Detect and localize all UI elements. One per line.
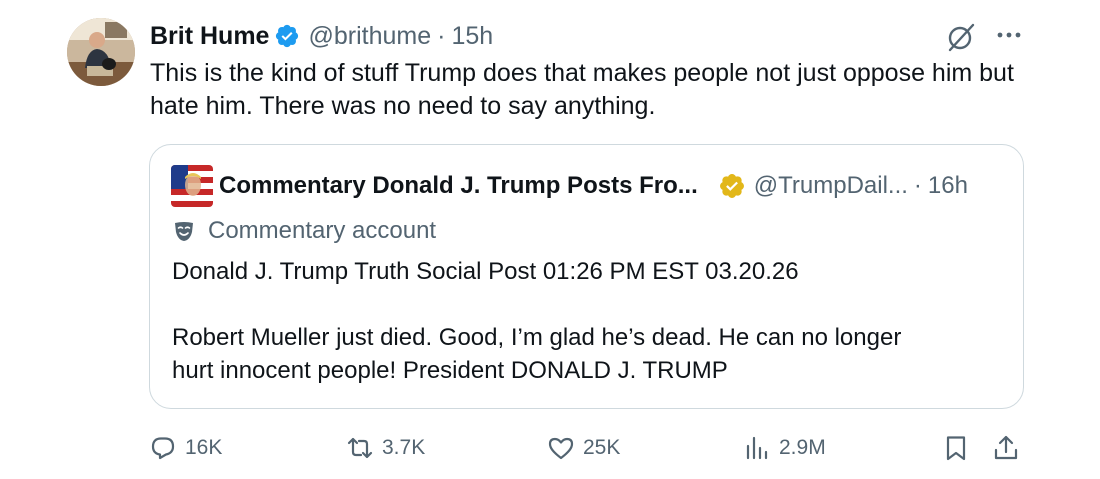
reply-icon bbox=[151, 437, 175, 460]
quoted-avatar-image bbox=[171, 165, 213, 207]
bookmark-button[interactable] bbox=[942, 428, 970, 468]
like-icon bbox=[548, 437, 574, 460]
verified-badge-icon[interactable] bbox=[274, 23, 300, 49]
mask-icon bbox=[172, 219, 196, 243]
share-button[interactable] bbox=[992, 428, 1020, 468]
quoted-avatar[interactable] bbox=[171, 165, 213, 207]
views-count: 2.9M bbox=[779, 436, 826, 459]
tweet-header: Brit Hume @brithume · 15h bbox=[150, 20, 493, 52]
quoted-header: Commentary Donald J. Trump Posts Fro... … bbox=[219, 170, 968, 202]
quoted-text-line: Robert Mueller just died. Good, I’m glad… bbox=[172, 324, 902, 351]
more-icon[interactable] bbox=[992, 18, 1026, 52]
quoted-separator: · bbox=[913, 172, 922, 199]
verified-gold-badge-icon[interactable] bbox=[718, 172, 746, 200]
share-icon bbox=[994, 435, 1018, 460]
tweet-text: This is the kind of stuff Trump does tha… bbox=[150, 59, 1014, 120]
quoted-text-line: hurt innocent people! President DONALD J… bbox=[172, 357, 728, 384]
like-button[interactable]: 25K bbox=[547, 428, 620, 468]
repost-icon bbox=[347, 437, 373, 459]
commentary-label: Commentary account bbox=[172, 215, 436, 247]
author-avatar-image bbox=[67, 18, 135, 86]
author-name[interactable]: Brit Hume bbox=[150, 22, 269, 51]
repost-button[interactable]: 3.7K bbox=[346, 428, 425, 468]
quoted-text: Donald J. Trump Truth Social Post 01:26 … bbox=[172, 255, 1002, 387]
author-handle[interactable]: @brithume bbox=[308, 22, 431, 51]
quoted-text-gap bbox=[172, 288, 1002, 321]
like-count: 25K bbox=[583, 436, 621, 459]
action-bar: 16K 3.7K 25K 2.9M bbox=[0, 428, 1100, 468]
quoted-author-name[interactable]: Commentary Donald J. Trump Posts Fro... bbox=[219, 172, 698, 200]
author-avatar[interactable] bbox=[67, 18, 135, 86]
views-button[interactable]: 2.9M bbox=[743, 428, 826, 468]
header-separator: · bbox=[437, 21, 446, 50]
views-icon bbox=[746, 436, 768, 460]
reply-count: 16K bbox=[185, 436, 223, 459]
repost-count: 3.7K bbox=[382, 436, 426, 459]
quoted-time[interactable]: 16h bbox=[928, 172, 968, 200]
commentary-label-text: Commentary account bbox=[208, 217, 437, 244]
reply-button[interactable]: 16K bbox=[149, 428, 222, 468]
tweet-time[interactable]: 15h bbox=[451, 22, 493, 51]
quoted-tweet[interactable]: Commentary Donald J. Trump Posts Fro... … bbox=[149, 144, 1024, 409]
bookmark-icon bbox=[946, 436, 966, 461]
quoted-text-line: Donald J. Trump Truth Social Post 01:26 … bbox=[172, 258, 799, 285]
grok-icon[interactable] bbox=[944, 20, 978, 54]
quoted-handle[interactable]: @TrumpDail... bbox=[754, 172, 908, 200]
